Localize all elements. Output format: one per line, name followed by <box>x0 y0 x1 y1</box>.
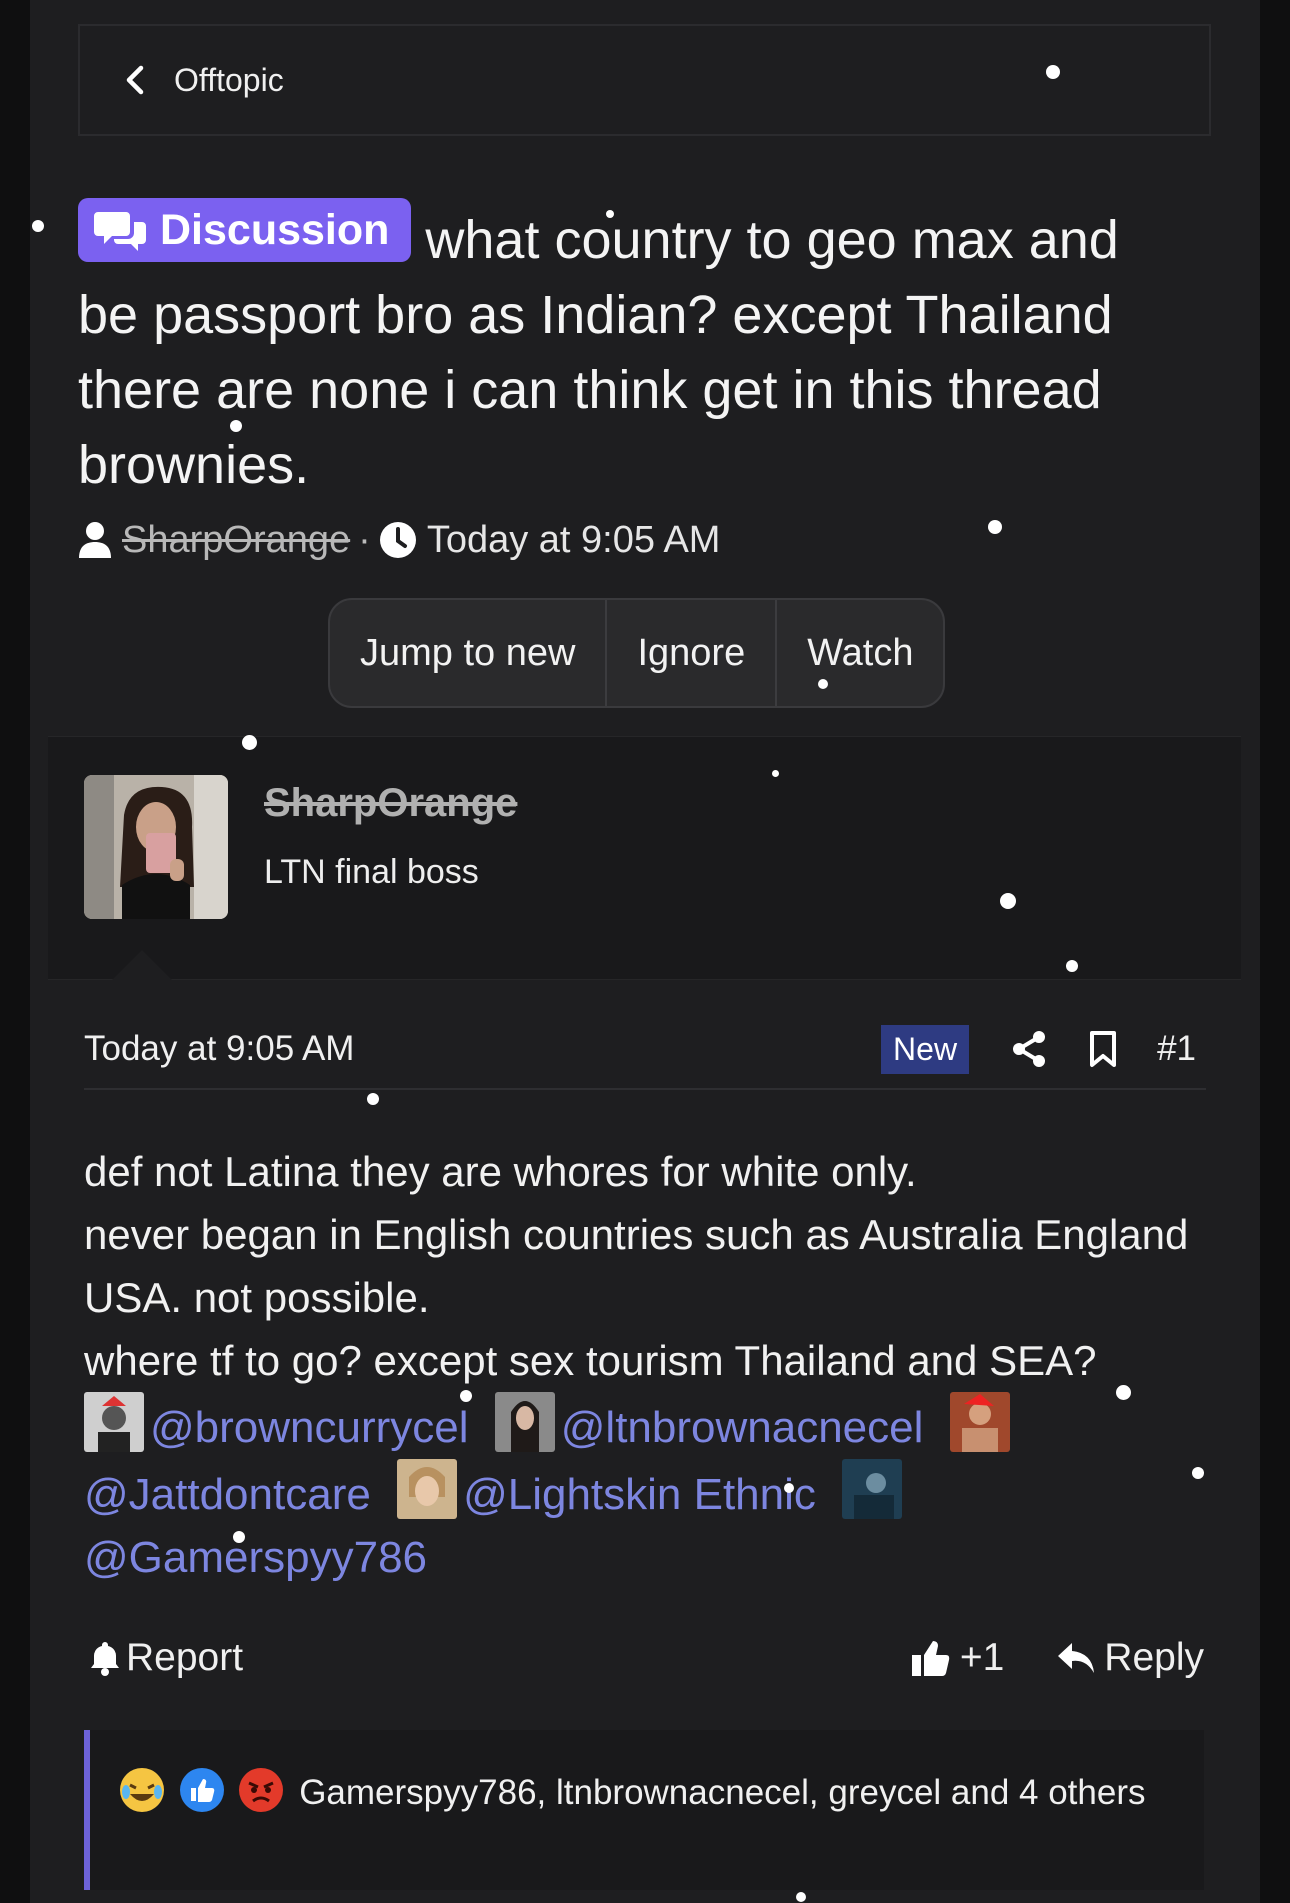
ignore-button[interactable]: Ignore <box>607 600 778 706</box>
mention-avatar <box>84 1392 144 1452</box>
reactions-bar[interactable]: Gamerspyy786, ltnbrownacnecel, greycel a… <box>84 1730 1204 1890</box>
watch-button[interactable]: Watch <box>777 600 943 706</box>
chevron-left-icon <box>124 65 154 95</box>
post-line: where tf to go? except sex tourism Thail… <box>84 1337 1097 1384</box>
mention-avatar <box>494 1392 555 1452</box>
post-date[interactable]: Today at 9:05 AM <box>84 1029 881 1069</box>
reactions-text[interactable]: Gamerspyy786, ltnbrownacnecel, greycel a… <box>299 1773 1145 1812</box>
post-body: def not Latina they are whores for white… <box>84 1140 1204 1392</box>
meta-separator: · <box>358 518 371 561</box>
mention-link[interactable]: @browncurrycel <box>150 1403 469 1452</box>
snowflake <box>988 520 1002 534</box>
snowflake <box>242 735 257 750</box>
mention-avatar <box>397 1459 458 1519</box>
post-line: def not Latina they are whores for white… <box>84 1148 917 1195</box>
laughing-crying-emoji-icon <box>120 1768 164 1812</box>
like-reaction-icon <box>179 1768 224 1812</box>
reply-label: Reply <box>1104 1636 1204 1679</box>
post-number[interactable]: #1 <box>1157 1029 1196 1069</box>
post-header: Today at 9:05 AM New #1 <box>84 1010 1206 1090</box>
snowflake <box>32 220 44 232</box>
thread-title: Discussion what country to geo max and b… <box>78 198 1178 503</box>
snowflake <box>233 1531 245 1543</box>
breadcrumb-label: Offtopic <box>174 61 284 98</box>
thumbs-up-icon <box>910 1638 950 1678</box>
snowflake <box>367 1093 379 1105</box>
mention-link[interactable]: @ltnbrownacnecel <box>561 1403 924 1452</box>
user-card-caret <box>112 950 172 980</box>
snowflake <box>1046 65 1060 79</box>
reply-button[interactable]: Reply <box>1056 1636 1204 1680</box>
jump-to-new-button[interactable]: Jump to new <box>330 600 608 706</box>
snowflake <box>1000 893 1016 909</box>
reply-icon <box>1056 1641 1096 1675</box>
discussion-prefix-badge[interactable]: Discussion <box>78 198 412 262</box>
user-icon <box>78 521 112 559</box>
snowflake <box>606 210 614 218</box>
angry-emoji-icon <box>239 1768 284 1812</box>
mention-avatar <box>842 1459 903 1519</box>
mention-link[interactable]: @Jattdontcare <box>84 1470 371 1519</box>
post-actions: Report +1 Reply <box>90 1630 1204 1686</box>
bookmark-icon[interactable] <box>1083 1029 1123 1069</box>
clock-icon <box>379 521 417 559</box>
snowflake <box>230 420 242 432</box>
report-label: Report <box>126 1636 244 1679</box>
snowflake <box>1066 960 1078 972</box>
mention-link[interactable]: @Gamerspyy786 <box>84 1533 427 1582</box>
mentions: @browncurrycel @ltnbrownacnecel @Jattdon… <box>84 1392 1204 1589</box>
mention-avatar <box>949 1392 1010 1452</box>
thread-author-link[interactable]: SharpOrange <box>122 519 350 562</box>
thread-button-group: Jump to new Ignore Watch <box>328 598 946 708</box>
thread-meta: SharpOrange · Today at 9:05 AM <box>78 515 720 565</box>
snowflake <box>1192 1467 1204 1479</box>
breadcrumb[interactable]: Offtopic <box>78 24 1211 136</box>
like-count: +1 <box>959 1636 1005 1679</box>
snowflake <box>460 1390 472 1402</box>
new-badge: New <box>881 1024 970 1074</box>
comments-icon <box>94 212 146 251</box>
bell-icon <box>90 1640 120 1676</box>
snowflake <box>784 1483 794 1493</box>
post-line: never began in English countries such as… <box>84 1211 1189 1321</box>
discussion-prefix-label: Discussion <box>160 205 390 254</box>
snowflake <box>796 1892 806 1902</box>
report-button[interactable]: Report <box>90 1636 910 1680</box>
like-button[interactable]: +1 <box>910 1636 1004 1680</box>
post-username[interactable]: SharpOrange <box>264 781 517 826</box>
user-title: LTN final boss <box>264 853 479 891</box>
mention-link[interactable]: @Lightskin Ethnic <box>463 1470 816 1519</box>
snowflake <box>1116 1385 1131 1400</box>
share-icon[interactable] <box>1009 1029 1049 1069</box>
thread-time[interactable]: Today at 9:05 AM <box>427 519 721 562</box>
post-user-card: SharpOrange LTN final boss <box>48 736 1241 980</box>
snowflake <box>818 679 828 689</box>
avatar[interactable] <box>84 775 228 919</box>
snowflake <box>772 770 779 777</box>
